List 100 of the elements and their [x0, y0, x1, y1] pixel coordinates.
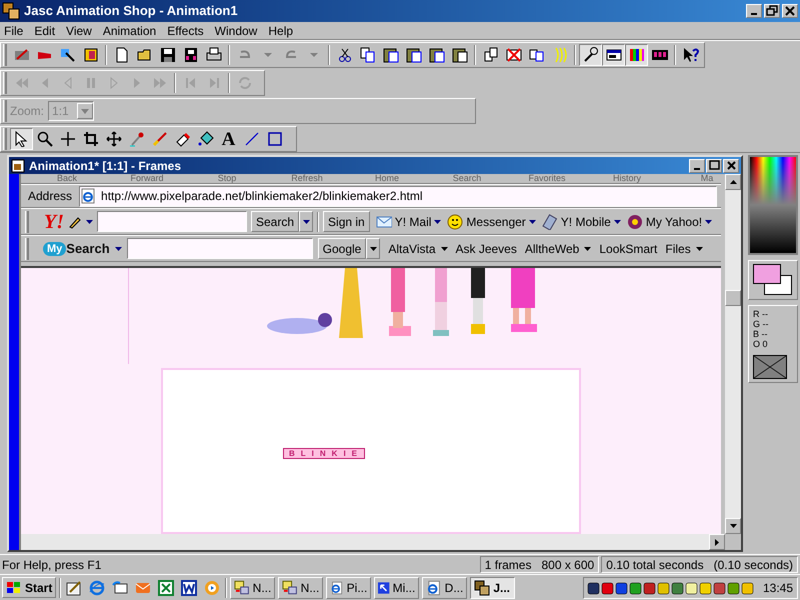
- caret-icon: [614, 220, 621, 224]
- film-frames-icon: [182, 47, 198, 63]
- line-icon: [244, 131, 260, 147]
- caret-icon: [114, 246, 122, 250]
- dropdown-button[interactable]: [366, 238, 380, 259]
- quick-launch-button[interactable]: [179, 578, 200, 598]
- minimize-button[interactable]: [746, 4, 762, 18]
- vcr-button[interactable]: [602, 44, 625, 66]
- tray-icon: [740, 580, 754, 594]
- pages-icon: [528, 47, 544, 63]
- text-tool-button[interactable]: A: [217, 128, 240, 150]
- clipboard-icon: [428, 47, 444, 63]
- total-time: 0.10 total seconds: [606, 556, 704, 574]
- toolbar-link[interactable]: Y! Mobile: [560, 212, 611, 230]
- toolbar-link[interactable]: My Yahoo!: [646, 212, 702, 230]
- channel-reading: O 0: [753, 339, 769, 349]
- tray-icon: [698, 580, 712, 594]
- toolbar-link[interactable]: Messenger: [466, 212, 526, 230]
- web-search-field[interactable]: [126, 238, 313, 259]
- tray-icon: [656, 580, 670, 594]
- network-computers-icon: [282, 580, 298, 596]
- minimize-button[interactable]: [689, 158, 705, 172]
- properties-button[interactable]: [579, 44, 602, 66]
- menu-item[interactable]: Animation: [102, 22, 156, 40]
- taskbar-button[interactable]: Pi...: [326, 576, 372, 598]
- spreadsheet-icon: [158, 580, 174, 596]
- menu-item[interactable]: View: [66, 22, 92, 40]
- channel-reading: R --: [753, 309, 769, 319]
- minimize-icon: [694, 168, 700, 170]
- search-button[interactable]: Search: [251, 211, 300, 232]
- start-button[interactable]: Start: [2, 577, 56, 598]
- toolbar-link[interactable]: AlltheWeb: [524, 240, 592, 258]
- quick-launch-button[interactable]: [156, 578, 176, 598]
- tray-icon: [684, 580, 698, 594]
- vertical-scrollbar[interactable]: [725, 174, 741, 534]
- horizontal-scrollbar[interactable]: [21, 534, 741, 550]
- caret-icon: [302, 220, 310, 224]
- media-player-icon: [204, 580, 220, 596]
- engine-button[interactable]: Google: [318, 238, 366, 259]
- tray-icon: [712, 580, 726, 594]
- menu-item[interactable]: Window: [214, 22, 258, 40]
- double-left-arrow-icon: [14, 75, 30, 91]
- tray-icon: [642, 580, 656, 594]
- arrow-tool-button[interactable]: [10, 128, 33, 150]
- color-swatches[interactable]: [753, 264, 793, 296]
- filmstrip-icon: [14, 47, 30, 63]
- blinkie-banner: BLINKIE: [283, 448, 365, 459]
- close-icon: [784, 5, 796, 17]
- scrollbar-thumb[interactable]: [725, 290, 741, 306]
- document-w-icon: [181, 580, 198, 596]
- crosshair-icon: [60, 131, 76, 147]
- web-page-icon: [330, 580, 344, 596]
- taskbar-button[interactable]: D...: [422, 576, 468, 598]
- logo-badge: My: [43, 242, 66, 256]
- close-icon: [726, 160, 736, 171]
- close-button[interactable]: [723, 158, 739, 172]
- scissors-icon: [336, 47, 352, 63]
- close-button[interactable]: [782, 4, 798, 18]
- browser-toolbar-label: Favorites: [527, 174, 566, 183]
- logo-text[interactable]: Search: [66, 238, 110, 258]
- paint-bucket-icon: [198, 131, 214, 147]
- restore-icon: [766, 5, 778, 17]
- down-arrow-icon: [730, 524, 736, 528]
- taskbar-button[interactable]: Mi...: [374, 576, 420, 598]
- restore-button[interactable]: [764, 4, 780, 18]
- taskbar-button[interactable]: N...: [278, 576, 324, 598]
- menu-item[interactable]: File: [4, 22, 24, 40]
- clock: 13:45: [762, 580, 793, 596]
- maximize-button[interactable]: [706, 158, 722, 172]
- tray-icon: [586, 580, 600, 594]
- web-page-icon: [80, 188, 96, 204]
- menu-item[interactable]: Effects: [167, 22, 204, 40]
- smiley-icon: [447, 214, 464, 230]
- wrench-icon: [582, 47, 598, 63]
- toolbar-link[interactable]: Y! Mail: [394, 212, 432, 230]
- clipboard-icon: [452, 47, 468, 63]
- sign-in-button[interactable]: Sign in: [323, 211, 370, 232]
- crossed-film-icon: [506, 47, 522, 63]
- menu-item[interactable]: Edit: [34, 22, 56, 40]
- browser-toolbar-label: Search: [452, 174, 482, 183]
- palette-button[interactable]: [625, 44, 648, 66]
- toolbar-link[interactable]: Files: [665, 240, 703, 258]
- address-field[interactable]: http://www.pixelparade.net/blinkiemaker2/blinkiemaker2.html: [79, 186, 717, 206]
- browser-toolbar-label: Forward: [129, 174, 164, 183]
- caret-icon: [370, 246, 377, 250]
- color-palette[interactable]: [748, 155, 798, 255]
- taskbar-button[interactable]: J...: [470, 576, 516, 598]
- taskbar-button[interactable]: N...: [230, 576, 276, 598]
- toolbar-link[interactable]: AltaVista: [388, 240, 448, 258]
- frame-time: (0.10 seconds): [714, 556, 793, 574]
- copy-icon: [360, 47, 376, 63]
- toolbar-link[interactable]: LookSmart: [599, 240, 658, 258]
- dropdown-button[interactable]: [299, 211, 314, 232]
- caret-icon: [86, 220, 93, 224]
- toolbar-link[interactable]: Ask Jeeves: [456, 240, 517, 258]
- toolbar-search-field[interactable]: [97, 211, 247, 232]
- status-text: For Help, press F1: [2, 556, 102, 574]
- document-icon: [114, 47, 130, 63]
- menu-item[interactable]: Help: [268, 22, 294, 40]
- up-arrow-icon: [730, 180, 736, 184]
